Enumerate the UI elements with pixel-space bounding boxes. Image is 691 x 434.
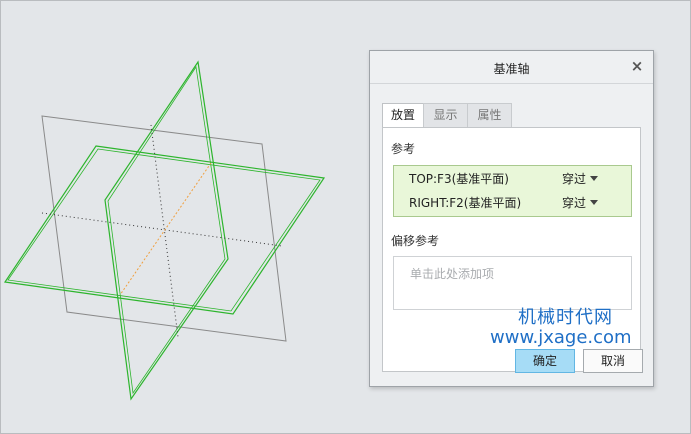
constraint-type-dropdown[interactable]: 穿过 — [562, 167, 599, 191]
reference-item[interactable]: RIGHT:F2(基准平面) 穿过 — [394, 191, 631, 215]
tab-properties[interactable]: 属性 — [467, 103, 512, 127]
offset-references-label: 偏移参考 — [391, 234, 440, 248]
right-plane-outline-inner — [7, 148, 321, 312]
cancel-button[interactable]: 取消 — [583, 349, 643, 373]
constraint-type-dropdown[interactable]: 穿过 — [562, 191, 599, 215]
references-list[interactable]: TOP:F3(基准平面) 穿过 RIGHT:F2(基准平面) 穿过 — [393, 165, 632, 217]
tab-display[interactable]: 显示 — [423, 103, 468, 127]
front-plane-outline-inner — [107, 65, 226, 395]
constraint-type-label: 穿过 — [562, 196, 587, 210]
watermark-url: www.jxage.com — [490, 327, 632, 348]
close-icon[interactable]: × — [630, 58, 644, 74]
graphics-viewport[interactable] — [0, 0, 368, 434]
dialog-titlebar[interactable]: 基准轴 × — [370, 51, 653, 84]
offset-references-collector[interactable]: 单击此处添加项 — [393, 256, 632, 310]
chevron-down-icon — [590, 176, 599, 181]
reference-name: TOP:F3(基准平面) — [409, 172, 509, 186]
tab-placement[interactable]: 放置 — [382, 103, 424, 128]
chevron-down-icon — [590, 200, 599, 205]
dialog-title: 基准轴 — [493, 62, 530, 76]
reference-item[interactable]: TOP:F3(基准平面) 穿过 — [394, 167, 631, 191]
ok-button[interactable]: 确定 — [515, 349, 575, 373]
watermark-site-name: 机械时代网 — [518, 307, 613, 328]
reference-name: RIGHT:F2(基准平面) — [409, 196, 522, 210]
horizontal-intersection-line — [41, 212, 283, 247]
offset-placeholder: 单击此处添加项 — [410, 267, 495, 281]
datum-axis-preview[interactable] — [119, 162, 212, 296]
datum-plane-front[interactable] — [104, 60, 229, 401]
references-label: 参考 — [391, 142, 416, 156]
constraint-type-label: 穿过 — [562, 172, 587, 186]
